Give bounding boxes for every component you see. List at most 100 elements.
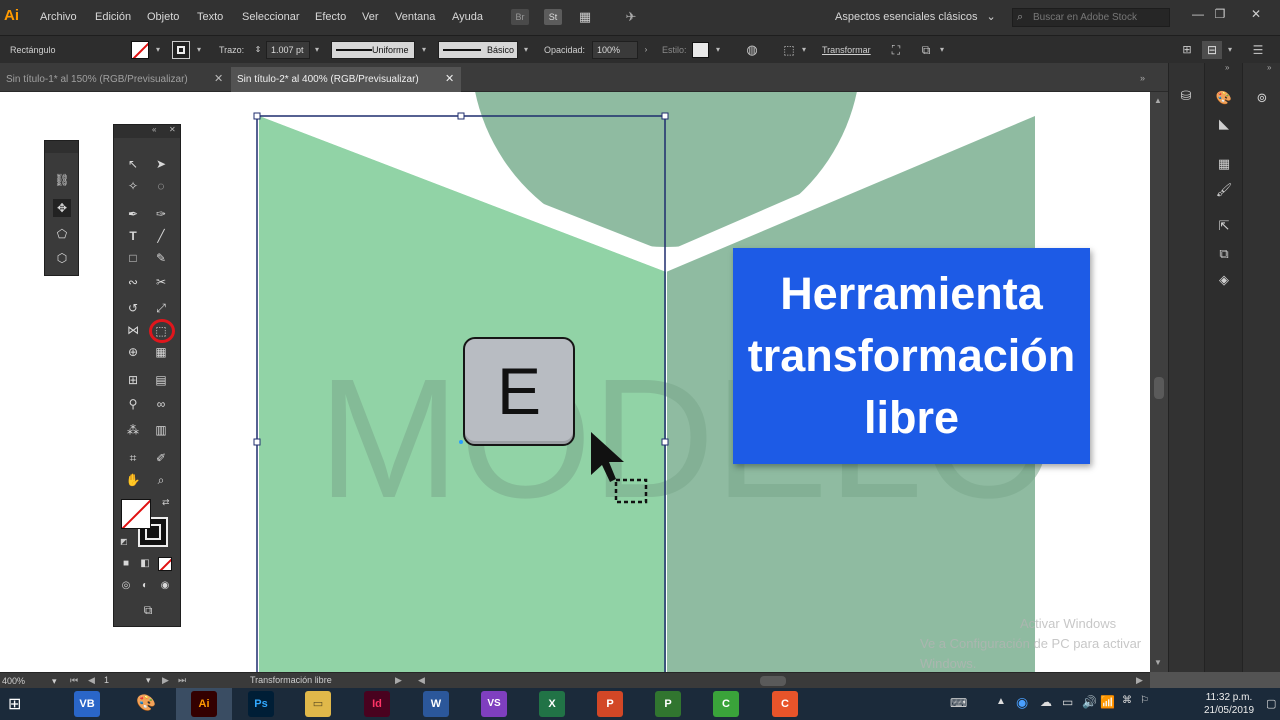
color-mode-icon[interactable]: ■	[119, 557, 133, 571]
screen-mode-icon[interactable]: ⧉	[136, 601, 160, 619]
menu-texto[interactable]: Texto	[197, 11, 223, 23]
panel-menu-icon[interactable]: ☰	[1252, 41, 1264, 59]
pen-tool-icon[interactable]: ✒	[124, 205, 142, 223]
mesh-tool-icon[interactable]: ⊞	[124, 371, 142, 389]
fill-swatch[interactable]	[131, 41, 149, 59]
direct-selection-tool-icon[interactable]: ➤	[152, 155, 170, 173]
taskbar-app-indesign[interactable]: Id	[364, 691, 390, 717]
paintbrush-icon[interactable]: ✎	[152, 249, 170, 267]
line-tool-icon[interactable]: ╱	[152, 227, 170, 245]
maximize-button[interactable]: ❐	[1210, 6, 1230, 22]
brush-dropdown[interactable]: ▾	[520, 41, 532, 59]
opacity-input[interactable]: 100%	[592, 41, 638, 59]
scroll-thumb[interactable]	[1154, 377, 1164, 399]
taskbar-app-vb[interactable]: VB	[74, 691, 100, 717]
collapse-icon[interactable]: «	[152, 125, 156, 134]
free-transform-constrain-icon[interactable]: ⛓	[53, 171, 71, 189]
align-dropdown[interactable]: ▾	[798, 41, 810, 59]
arrange-documents-icon[interactable]: ▦	[576, 9, 594, 25]
language-icon[interactable]: ⌘	[1122, 695, 1132, 706]
keyboard-icon[interactable]: ⌨	[950, 696, 967, 710]
draw-normal-icon[interactable]: ◎	[119, 579, 133, 593]
libraries-icon[interactable]: ⛁	[1176, 87, 1196, 105]
shaper-tool-icon[interactable]: ∾	[124, 273, 142, 291]
perspective-grid-icon[interactable]: ▦	[152, 343, 170, 361]
menu-archivo[interactable]: Archivo	[40, 11, 77, 23]
taskbar-app-camtasia-green[interactable]: C	[713, 691, 739, 717]
selection-tools-icon[interactable]: ⧉	[918, 41, 934, 59]
close-button[interactable]: ✕	[1246, 6, 1266, 22]
scroll-up-icon[interactable]: ▲	[1154, 96, 1162, 105]
gpu-performance-icon[interactable]: ✈	[622, 9, 640, 25]
scissors-icon[interactable]: ✂	[152, 273, 170, 291]
status-menu-icon[interactable]: ▶	[395, 675, 402, 686]
blend-tool-icon[interactable]: ∞	[152, 395, 170, 413]
panel-layout-icon[interactable]: ⊞	[1180, 41, 1194, 59]
wifi-icon[interactable]: 📶	[1100, 695, 1115, 709]
tab-document-1[interactable]: Sin título-1* al 150% (RGB/Previsualizar…	[0, 67, 228, 92]
none-mode-icon[interactable]	[158, 557, 172, 571]
fill-dropdown[interactable]: ▾	[152, 41, 164, 59]
default-colors-icon[interactable]: ◩	[120, 537, 128, 546]
taskbar-app-camtasia-orange[interactable]: C	[772, 691, 798, 717]
swap-colors-icon[interactable]: ⇄	[162, 497, 170, 508]
clock[interactable]: 11:32 p.m. 21/05/2019	[1196, 691, 1262, 717]
stroke-weight-dropdown[interactable]: ▾	[311, 41, 323, 59]
taskbar-app-visio[interactable]: VS	[481, 691, 507, 717]
draw-inside-icon[interactable]: ◉	[158, 579, 172, 593]
stock-search-input[interactable]: ⌕ Buscar en Adobe Stock	[1012, 8, 1170, 27]
color-panel-icon[interactable]: 🎨	[1214, 89, 1234, 107]
artboard-tool-icon[interactable]: ⌗	[124, 449, 142, 467]
fill-color-box[interactable]	[121, 499, 151, 529]
last-artboard-icon[interactable]: ⏭	[178, 675, 186, 686]
profile-dropdown[interactable]: ▾	[418, 41, 430, 59]
free-transform-icon[interactable]: ✥	[53, 199, 71, 217]
selection-tools-dropdown[interactable]: ▾	[936, 41, 948, 59]
style-dropdown[interactable]: ▾	[712, 41, 724, 59]
tab-overflow-icon[interactable]: »	[1140, 73, 1145, 83]
control-dropdown[interactable]: ▾	[1224, 41, 1236, 59]
brush-definition[interactable]: Básico	[438, 41, 518, 59]
onedrive-icon[interactable]: ☁	[1040, 695, 1052, 709]
graph-tool-icon[interactable]: ▥	[152, 421, 170, 439]
taskbar-app-excel[interactable]: X	[539, 691, 565, 717]
rotate-tool-icon[interactable]: ↺	[124, 299, 142, 317]
transform-button[interactable]: Transformar	[822, 45, 871, 55]
gradient-mode-icon[interactable]: ◧	[138, 557, 152, 571]
taskbar-app-illustrator[interactable]: Ai	[191, 691, 217, 717]
close-panel-icon[interactable]: ✕	[169, 125, 176, 134]
free-transform-tool-icon[interactable]: ⬚	[152, 322, 170, 340]
stock-icon[interactable]: St	[544, 9, 562, 25]
menu-efecto[interactable]: Efecto	[315, 11, 346, 23]
tray-app-icon[interactable]: ◉	[1016, 694, 1028, 711]
symbol-sprayer-icon[interactable]: ⁂	[124, 421, 142, 439]
eyedropper-icon[interactable]: ⚲	[124, 395, 142, 413]
color-guide-icon[interactable]: ◣	[1214, 115, 1234, 133]
stroke-dropdown[interactable]: ▾	[193, 41, 205, 59]
taskbar-app-project[interactable]: P	[655, 691, 681, 717]
network-icon[interactable]: ▭	[1062, 695, 1073, 709]
curvature-tool-icon[interactable]: ✑	[152, 205, 170, 223]
vertical-scrollbar[interactable]: ▲ ▼	[1150, 92, 1168, 672]
recolor-artwork-icon[interactable]: ◍	[744, 41, 760, 59]
workspace-switcher[interactable]: Aspectos esenciales clásicos ⌄	[827, 8, 997, 27]
stroke-weight-stepper[interactable]: ⇕	[252, 41, 264, 59]
variable-width-profile[interactable]: Uniforme	[331, 41, 415, 59]
opacity-arrow[interactable]: ›	[640, 41, 652, 59]
bridge-icon[interactable]: Br	[511, 9, 529, 25]
close-tab-icon[interactable]: ✕	[214, 67, 223, 92]
menu-ver[interactable]: Ver	[362, 11, 379, 23]
menu-edicion[interactable]: Edición	[95, 11, 131, 23]
taskbar-app-powerpoint[interactable]: P	[597, 691, 623, 717]
export-icon[interactable]: ⇱	[1214, 217, 1234, 235]
artboard-number-field[interactable]: 1 ▾	[104, 675, 156, 685]
free-distort-icon[interactable]: ⬡	[53, 249, 71, 267]
first-artboard-icon[interactable]: ⏮	[70, 675, 78, 686]
collapse-dock-icon[interactable]: »	[1267, 63, 1271, 72]
stroke-weight-input[interactable]: 1.007 pt	[266, 41, 310, 59]
perspective-distort-icon[interactable]: ⬠	[53, 225, 71, 243]
width-tool-icon[interactable]: ⋈	[124, 321, 142, 339]
tray-expand-icon[interactable]: ▲	[996, 696, 1006, 707]
lasso-icon[interactable]: ◌	[152, 177, 170, 195]
menu-objeto[interactable]: Objeto	[147, 11, 179, 23]
